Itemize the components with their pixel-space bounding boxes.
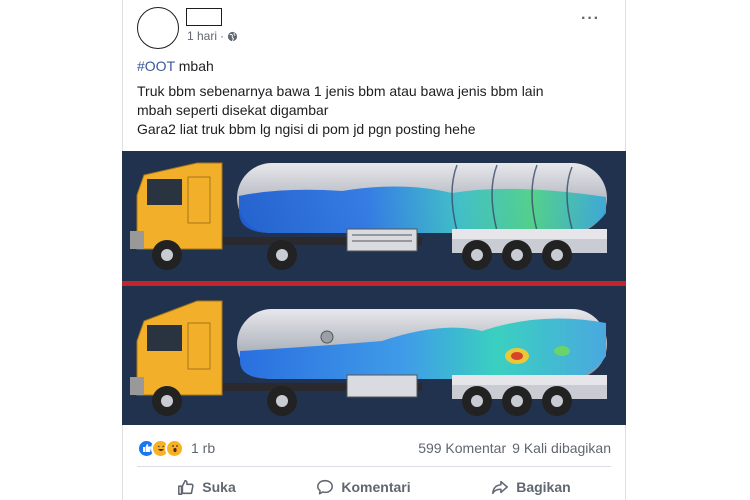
share-count[interactable]: 9 Kali dibagikan [512,440,611,456]
post-stats: 1 rb 599 Komentar 9 Kali dibagikan [137,436,611,460]
post-line-3: Gara2 liat truk bbm lg ngisi di pom jd p… [137,121,476,137]
post-actions: Suka Komentari Bagikan [137,474,611,500]
divider [137,466,611,467]
reaction-count: 1 rb [191,440,216,456]
ellipsis-icon[interactable]: ··· [581,11,600,27]
wow-icon [165,438,184,458]
post-text: #OOT mbah Truk bbm sebenarnya bawa 1 jen… [137,57,617,139]
hashtag-link[interactable]: #OOT [137,58,175,74]
post-time[interactable]: 1 hari [187,29,217,43]
author-name-redacted[interactable] [186,8,222,26]
post-line-1: Truk bbm sebenarnya bawa 1 jenis bbm ata… [137,83,544,99]
comment-icon [317,479,334,495]
reaction-summary[interactable]: 1 rb [137,438,216,458]
comment-count[interactable]: 599 Komentar [418,440,506,456]
globe-icon [227,31,238,41]
thumbs-up-icon [178,479,194,495]
post-line-2: mbah seperti disekat digambar [137,102,329,118]
avatar[interactable] [137,7,179,49]
tanker-truck-simulation-image [122,162,626,416]
like-button[interactable]: Suka [177,478,236,496]
top-truck [130,162,607,270]
bottom-truck [130,300,607,416]
share-button[interactable]: Bagikan [491,478,571,496]
post-text-first-line: mbah [174,58,214,74]
share-arrow-icon [492,480,509,495]
comment-button[interactable]: Komentari [316,478,411,496]
post-meta: 1 hari · [187,29,238,43]
post-image[interactable] [122,151,626,425]
